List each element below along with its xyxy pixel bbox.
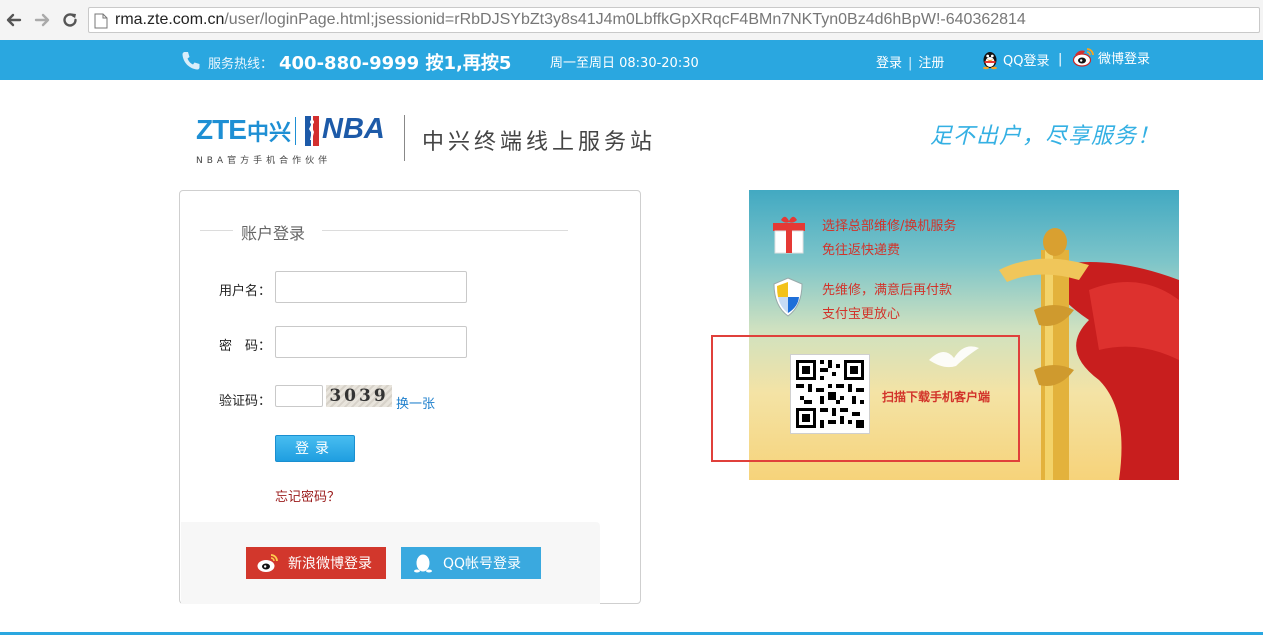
nba-logo-text: NBA [322, 113, 385, 145]
qq-login-label: QQ帐号登录 [443, 556, 522, 572]
hotline-label: 服务热线： [208, 57, 274, 72]
page-icon [94, 13, 108, 29]
top-weibo-login-label: 微博登录 [1098, 51, 1151, 67]
url-host: rma.zte.com.cn [115, 11, 225, 28]
username-input[interactable] [275, 271, 467, 303]
qq-login-button[interactable]: QQ帐号登录 [401, 547, 541, 579]
highlight-rectangle [711, 335, 1020, 462]
header-divider [404, 115, 405, 161]
social-login-area: 新浪微博登录 QQ帐号登录 [181, 522, 600, 604]
nba-player-icon [305, 116, 319, 146]
weibo-icon [257, 554, 278, 572]
password-label: 密 码： [219, 339, 272, 354]
promo-line-4: 支付宝更放心 [822, 307, 901, 322]
separator: | [1058, 52, 1063, 67]
forward-button[interactable] [32, 10, 52, 30]
top-bar: 服务热线： 400-880-9999 按1,再按5 周一至周日 08:30-20… [0, 40, 1263, 80]
title-rule-left [200, 230, 233, 231]
promo-line-2: 免往返快递费 [822, 243, 901, 258]
address-bar[interactable]: rma.zte.com.cn/user/loginPage.html;jsess… [88, 7, 1260, 33]
refresh-captcha-link[interactable]: 换一张 [396, 393, 435, 412]
captcha-input[interactable] [275, 385, 323, 407]
reload-button[interactable] [60, 10, 80, 30]
promo-line-3: 先维修，满意后再付款 [822, 283, 953, 298]
reload-icon [63, 13, 77, 27]
shield-icon [773, 277, 803, 317]
captcha-image[interactable]: 3039 [326, 385, 392, 407]
zte-logo-text: ZTE [196, 114, 247, 145]
logo-subtitle: NBA官方手机合作伙伴 [196, 156, 332, 166]
forgot-password-link[interactable]: 忘记密码？ [275, 486, 340, 505]
slogan: 足不出户，尽享服务！ [930, 124, 1161, 149]
top-qq-login[interactable]: QQ登录 [979, 48, 1049, 70]
weibo-icon [1072, 48, 1094, 67]
panel-title: 账户登录 [241, 224, 306, 243]
top-qq-login-label: QQ登录 [1003, 53, 1050, 69]
zte-logo-chinese: 中兴 [247, 121, 292, 146]
browser-toolbar: rma.zte.com.cn/user/loginPage.html;jsess… [0, 0, 1263, 41]
captcha-label: 验证码： [219, 394, 272, 409]
gift-icon [773, 216, 805, 254]
arrow-right-icon [34, 13, 50, 27]
back-button[interactable] [4, 10, 24, 30]
password-input[interactable] [275, 326, 467, 358]
promo-line-1: 选择总部维修/换机服务 [822, 219, 957, 234]
title-rule-right [322, 230, 568, 231]
account-links: 登录 | 注册 [876, 52, 944, 71]
top-register-link[interactable]: 注册 [918, 52, 944, 71]
phone-icon [182, 52, 200, 70]
url-text: rma.zte.com.cn/user/loginPage.html;jsess… [115, 11, 1026, 29]
weibo-login-button[interactable]: 新浪微博登录 [246, 547, 386, 579]
qq-penguin-icon [983, 52, 997, 70]
service-hours: 周一至周日 08:30-20:30 [550, 56, 699, 71]
qq-penguin-icon [414, 554, 432, 573]
top-weibo-login[interactable]: 微博登录 [1072, 46, 1150, 68]
separator: | [908, 56, 913, 71]
username-label: 用户名： [219, 284, 272, 299]
login-button[interactable]: 登录 [275, 435, 355, 462]
weibo-login-label: 新浪微博登录 [288, 556, 372, 572]
top-login-link[interactable]: 登录 [876, 52, 902, 71]
arrow-left-icon [6, 13, 22, 27]
logo-divider [295, 117, 296, 145]
url-path: /user/loginPage.html;jsessionid=rRbDJSYb… [224, 11, 1026, 28]
site-title: 中兴终端线上服务站 [422, 130, 657, 155]
hotline-number: 400-880-9999 按1,再按5 [279, 53, 512, 74]
login-panel: 账户登录 用户名： 密 码： 验证码： 3039 换一张 登录 忘记密码？ 新浪… [179, 190, 641, 604]
